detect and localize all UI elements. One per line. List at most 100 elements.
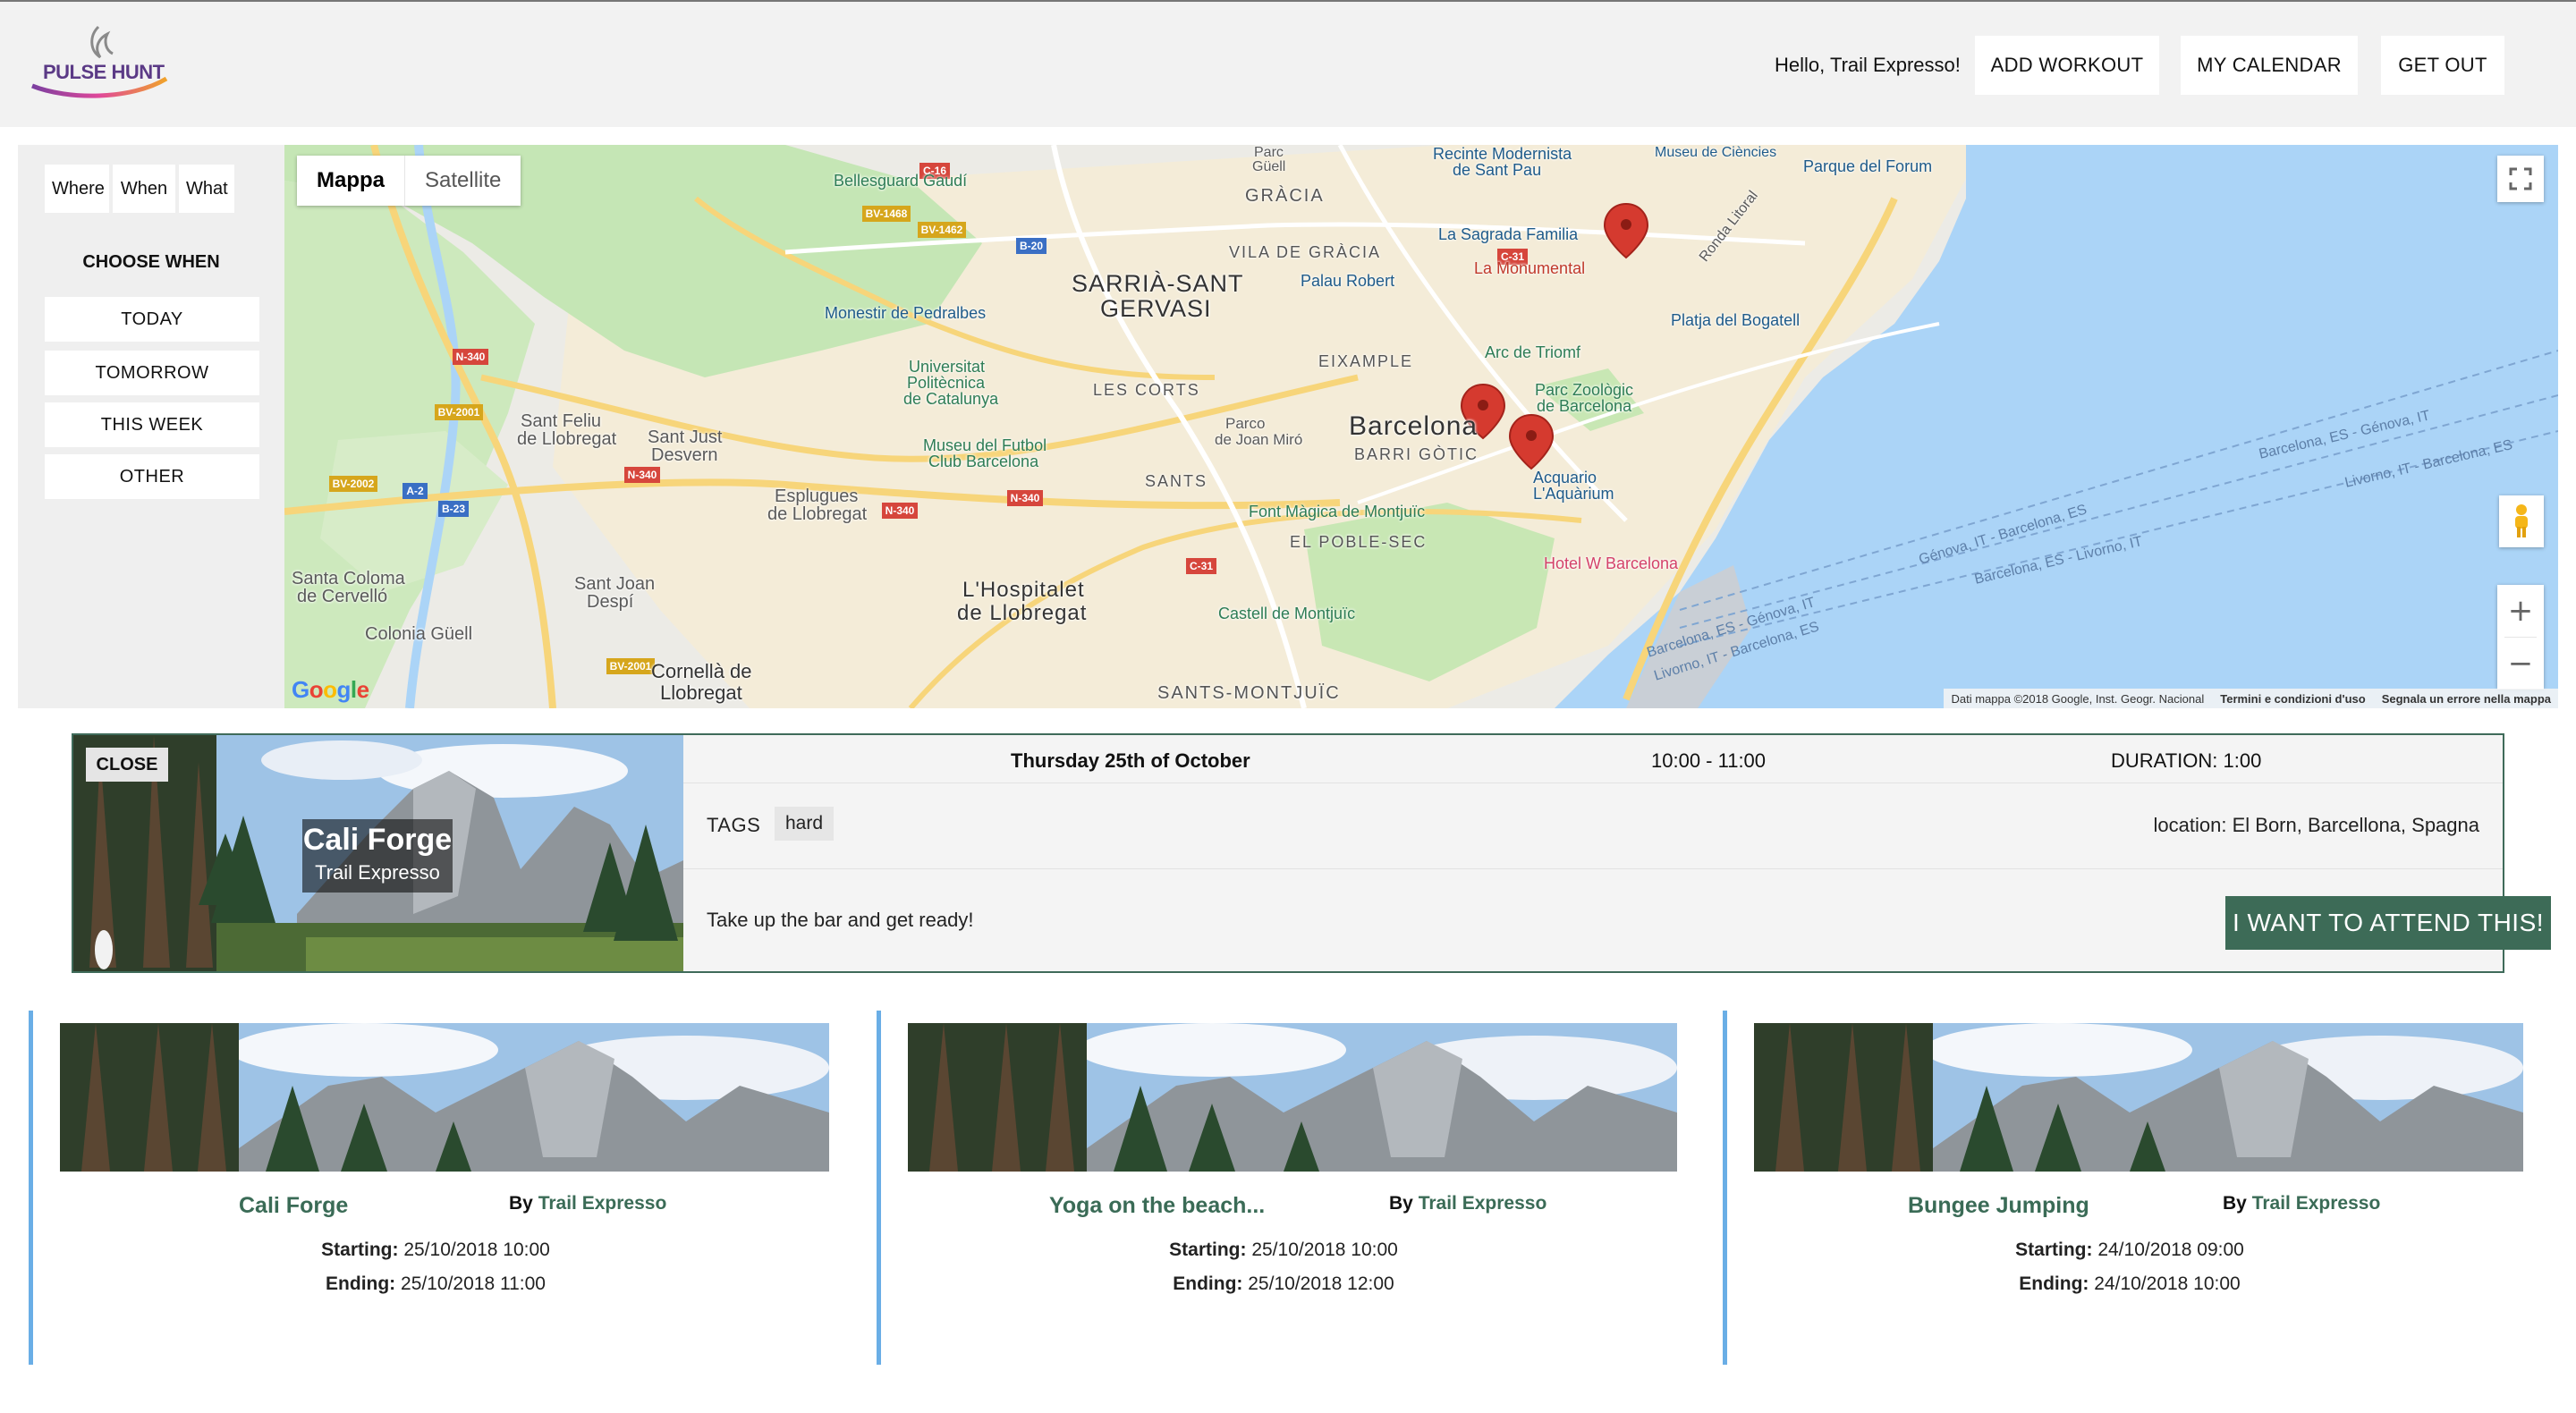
- event-card-image: [1754, 1023, 2523, 1172]
- ending-label: Ending:: [2019, 1273, 2089, 1294]
- when-option-other[interactable]: OTHER: [45, 454, 259, 499]
- svg-text:N-340: N-340: [628, 469, 657, 481]
- map-report-error-link[interactable]: Segnala un errore nella mappa: [2382, 692, 2551, 706]
- map-label: Font Màgica de Montjuïc: [1249, 503, 1426, 520]
- svg-text:BV-2002: BV-2002: [333, 478, 375, 490]
- workout-detail-panel: CLOSE Cali Forge Trail Expresso Thursday…: [72, 733, 2551, 973]
- event-card-image: [60, 1023, 829, 1172]
- event-card-by-label: By: [509, 1193, 533, 1214]
- event-card[interactable]: Yoga on the beach... By Trail Expresso S…: [877, 1011, 1682, 1365]
- pulse-hunt-logo[interactable]: PULSE HUNT: [23, 20, 174, 98]
- event-card-start: Starting: 24/10/2018 09:00: [1727, 1240, 2532, 1261]
- detail-title: Cali Forge: [302, 823, 453, 857]
- when-option-this-week[interactable]: THIS WEEK: [45, 402, 259, 447]
- detail-description-row: Take up the bar and get ready! I WANT TO…: [683, 869, 2551, 971]
- get-out-button[interactable]: GET OUT: [2381, 36, 2504, 95]
- map-data-credit: Dati mappa ©2018 Google, Inst. Geogr. Na…: [1951, 691, 2205, 706]
- greeting-text: Hello, Trail Expresso!: [1775, 54, 1961, 76]
- map-label: Palau Robert: [1301, 272, 1395, 290]
- map-terms-link[interactable]: Termini e condizioni d'uso: [2220, 692, 2365, 706]
- event-card[interactable]: Bungee Jumping By Trail Expresso Startin…: [1723, 1011, 2528, 1365]
- event-card-image: [908, 1023, 1677, 1172]
- event-card-start: Starting: 25/10/2018 10:00: [881, 1240, 1686, 1261]
- event-card-end: Ending: 25/10/2018 12:00: [881, 1273, 1686, 1295]
- when-option-tomorrow[interactable]: TOMORROW: [45, 351, 259, 395]
- map-label: GERVASI: [1100, 295, 1212, 322]
- yosemite-landscape-image: [1754, 1023, 2523, 1172]
- event-card-author-link[interactable]: Trail Expresso: [2252, 1193, 2381, 1214]
- event-card[interactable]: Cali Forge By Trail Expresso Starting: 2…: [29, 1011, 834, 1365]
- ending-label: Ending:: [326, 1273, 396, 1294]
- svg-text:N-340: N-340: [886, 504, 915, 517]
- map-label: de Catalunya: [903, 390, 999, 408]
- map-label: de Barcelona: [1537, 397, 1632, 415]
- map-label: SANTS: [1145, 472, 1208, 490]
- map-view[interactable]: C-16 BV-1468 BV-1462 B-20 C-31 N-340 BV-…: [284, 145, 2558, 708]
- yosemite-landscape-image: [908, 1023, 1677, 1172]
- zoom-out-icon[interactable]: −: [2497, 638, 2544, 690]
- map-label: Parque del Forum: [1803, 157, 1933, 175]
- detail-description: Take up the bar and get ready!: [707, 909, 974, 931]
- map-label: Desvern: [651, 445, 718, 465]
- map-label: LES CORTS: [1093, 381, 1200, 399]
- detail-date: Thursday 25th of October: [1011, 749, 1250, 772]
- when-option-today[interactable]: TODAY: [45, 297, 259, 342]
- map-label: Hotel W Barcelona: [1544, 554, 1679, 572]
- event-card-end: Ending: 25/10/2018 11:00: [33, 1273, 838, 1295]
- svg-text:C-31: C-31: [1190, 560, 1213, 572]
- map-label: de Joan Miró: [1215, 431, 1303, 448]
- map-label: Cornellà de: [651, 660, 752, 682]
- attend-button[interactable]: I WANT TO ATTEND THIS!: [2225, 896, 2551, 950]
- map-label: Castell de Montjuïc: [1218, 605, 1356, 622]
- map-label: La Monumental: [1474, 259, 1586, 277]
- tab-when[interactable]: When: [113, 165, 175, 213]
- close-detail-button[interactable]: CLOSE: [86, 748, 168, 782]
- event-card-byline: By Trail Expresso: [1389, 1193, 1546, 1214]
- event-card-by-label: By: [2223, 1193, 2247, 1214]
- map-label: Arc de Triomf: [1485, 343, 1581, 361]
- event-card-author-link[interactable]: Trail Expresso: [538, 1193, 667, 1214]
- map-attribution: Dati mappa ©2018 Google, Inst. Geogr. Na…: [1944, 689, 2558, 708]
- tag-badge[interactable]: hard: [775, 807, 835, 841]
- map-label: GRÀCIA: [1245, 186, 1325, 206]
- add-workout-button[interactable]: ADD WORKOUT: [1975, 36, 2159, 95]
- top-header: PULSE HUNT Hello, Trail Expresso! ADD WO…: [0, 0, 2576, 127]
- map-label: La Sagrada Familia: [1438, 225, 1579, 243]
- map-label: SARRIÀ-SANT: [1072, 270, 1244, 297]
- map-label: Club Barcelona: [928, 453, 1039, 470]
- map-label: BARRI GÒTIC: [1354, 445, 1479, 463]
- fullscreen-icon[interactable]: [2497, 156, 2544, 202]
- map-label: EL POBLE-SEC: [1290, 533, 1428, 551]
- logo-text: PULSE HUNT: [43, 61, 165, 83]
- ending-value: 25/10/2018 11:00: [401, 1273, 546, 1294]
- zoom-in-icon[interactable]: +: [2497, 585, 2544, 637]
- street-view-pegman-icon[interactable]: [2499, 495, 2544, 547]
- map-type-satellite-button[interactable]: Satellite: [405, 156, 521, 206]
- detail-duration: DURATION: 1:00: [2111, 749, 2262, 772]
- map-type-map-button[interactable]: Mappa: [297, 156, 406, 206]
- svg-text:B-23: B-23: [442, 503, 465, 515]
- event-card-byline: By Trail Expresso: [2223, 1193, 2380, 1214]
- ending-label: Ending:: [1173, 1273, 1243, 1294]
- starting-label: Starting:: [2015, 1240, 2093, 1260]
- detail-author: Trail Expresso: [315, 861, 440, 884]
- google-logo[interactable]: Google: [292, 676, 369, 704]
- yosemite-landscape-image: [60, 1023, 829, 1172]
- event-card-title[interactable]: Yoga on the beach...: [1049, 1193, 1265, 1219]
- map-label: L'Hospitalet: [962, 578, 1085, 602]
- event-card-title[interactable]: Cali Forge: [239, 1193, 348, 1219]
- starting-value: 25/10/2018 10:00: [1251, 1240, 1398, 1260]
- starting-value: 24/10/2018 09:00: [2097, 1240, 2244, 1260]
- event-card-author-link[interactable]: Trail Expresso: [1419, 1193, 1547, 1214]
- map-label: Museu de Ciències: [1655, 145, 1777, 160]
- event-card-title[interactable]: Bungee Jumping: [1908, 1193, 2089, 1219]
- my-calendar-button[interactable]: MY CALENDAR: [2181, 36, 2358, 95]
- map-label: Monestir de Pedralbes: [825, 304, 987, 322]
- tab-where[interactable]: Where: [45, 165, 109, 213]
- svg-text:BV-1468: BV-1468: [866, 207, 908, 220]
- map-label: EIXAMPLE: [1318, 352, 1414, 370]
- map-type-control: Mappa Satellite: [297, 156, 521, 206]
- map-label: VILA DE GRÀCIA: [1229, 243, 1382, 261]
- tab-what[interactable]: What: [179, 165, 234, 213]
- detail-info: Thursday 25th of October 10:00 - 11:00 D…: [683, 735, 2551, 971]
